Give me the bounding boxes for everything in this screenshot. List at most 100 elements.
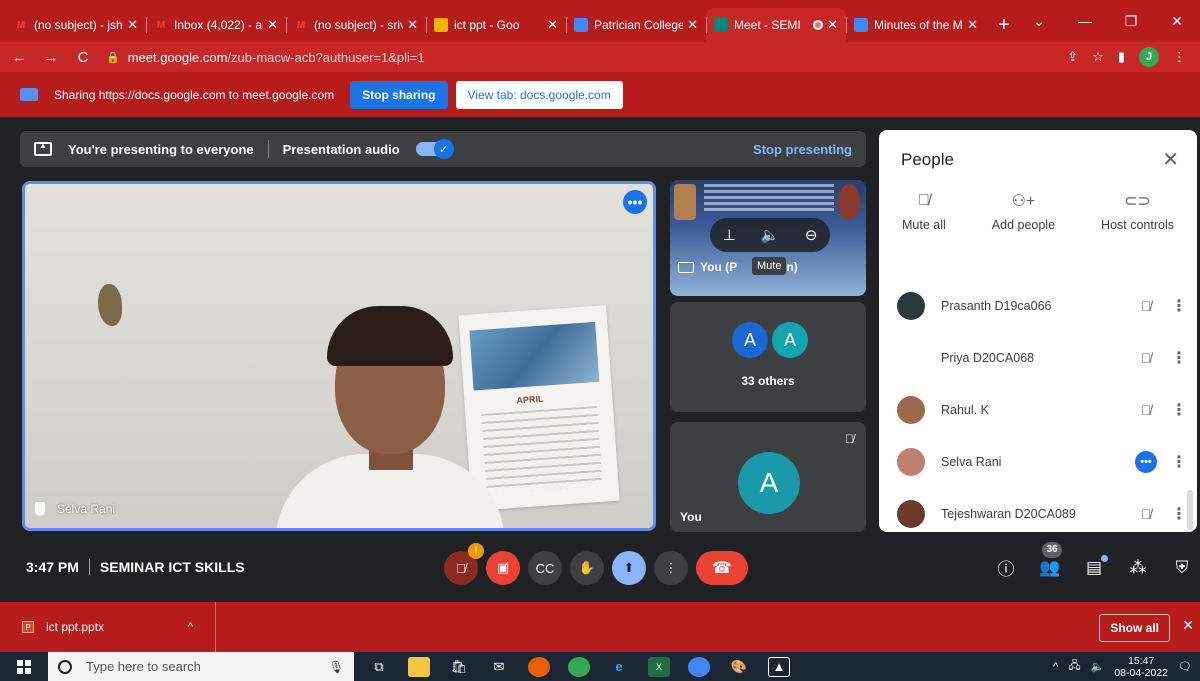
mail-icon[interactable]: ✉ xyxy=(488,657,510,677)
chevron-up-icon[interactable]: ^ xyxy=(188,621,193,633)
store-icon[interactable]: 🛍 xyxy=(448,657,470,677)
close-window-icon[interactable]: ✕ xyxy=(1154,13,1200,30)
close-tab-icon[interactable]: ✕ xyxy=(827,17,838,33)
volume-icon[interactable]: 🔈 xyxy=(1091,660,1105,673)
view-tab-button[interactable]: View tab: docs.google.com xyxy=(455,80,623,109)
participant-row[interactable]: Selva Rani ••• ⋮ xyxy=(879,436,1197,488)
camera-button[interactable]: ▣̸ xyxy=(486,551,520,585)
participant-row[interactable]: Tejeshwaran D20CA089 🎙̸ ⋮ xyxy=(879,488,1197,532)
stop-presenting-button[interactable]: Stop presenting xyxy=(753,142,852,157)
mic-off-icon[interactable]: 🎙̸ xyxy=(1131,506,1161,522)
captions-button[interactable]: CC xyxy=(528,551,562,585)
start-button[interactable] xyxy=(0,659,48,674)
edge-icon[interactable]: e xyxy=(608,657,630,677)
close-tab-icon[interactable]: ✕ xyxy=(267,17,278,33)
taskbar-search[interactable]: Type here to search 🎙 xyxy=(48,652,354,681)
network-icon[interactable]: 🖧 xyxy=(1068,657,1080,676)
presenting-banner: You're presenting to everyone Presentati… xyxy=(20,131,866,167)
task-view-icon[interactable]: ⧉ xyxy=(368,657,390,677)
browser-tab[interactable]: ict ppt - Goo ✕ xyxy=(426,8,566,42)
volume-icon[interactable]: 🔈 xyxy=(761,226,780,244)
chrome-icon[interactable] xyxy=(688,656,710,677)
cortana-icon xyxy=(58,659,72,674)
browser-tab[interactable]: Minutes of the M ✕ xyxy=(846,8,986,42)
main-speaker-video[interactable]: APRIL Selva Rani ••• xyxy=(22,181,656,531)
action-label: Mute all xyxy=(902,218,946,232)
clock[interactable]: 15:47 08-04-2022 xyxy=(1114,655,1168,679)
pin-icon[interactable]: ⊥ xyxy=(723,226,736,244)
self-tile[interactable]: 🎙̸ A You xyxy=(670,422,866,532)
close-icon[interactable]: ✕ xyxy=(1182,617,1194,634)
browser-tab-active[interactable]: Meet - SEMI ✕ xyxy=(706,8,846,42)
browser-menu-icon[interactable]: ⋮ xyxy=(1173,49,1186,65)
chevron-up-icon[interactable]: ^ xyxy=(1053,661,1058,673)
close-tab-icon[interactable]: ✕ xyxy=(547,17,558,33)
browser-tab[interactable]: Patrician College ✕ xyxy=(566,8,706,42)
chat-button[interactable]: ▤ xyxy=(1082,554,1108,578)
profile-avatar[interactable]: J xyxy=(1139,47,1159,67)
photos-icon[interactable]: ▲ xyxy=(768,656,790,677)
add-people-button[interactable]: ⚇+ Add people xyxy=(992,190,1055,232)
host-controls-button[interactable]: ⛨ xyxy=(1170,558,1194,578)
speaker-hair xyxy=(327,306,453,366)
shield-icon: ⛨ xyxy=(1175,557,1189,577)
host-controls-button[interactable]: ⊂⊃ Host controls xyxy=(1101,190,1174,232)
presentation-audio-toggle[interactable]: ✓ xyxy=(415,139,454,159)
bookmark-star-icon[interactable]: ☆ xyxy=(1092,49,1104,65)
reload-icon[interactable]: C xyxy=(70,49,96,66)
mic-off-icon[interactable]: 🎙̸ xyxy=(1131,298,1161,314)
download-item[interactable]: P ict ppt.pptx ^ xyxy=(0,602,216,652)
file-explorer-icon[interactable] xyxy=(408,656,430,677)
scrollbar[interactable] xyxy=(1187,490,1193,530)
back-icon[interactable]: ← xyxy=(6,49,32,66)
minimize-icon[interactable]: — xyxy=(1062,13,1108,29)
stop-sharing-button[interactable]: Stop sharing xyxy=(350,80,448,109)
more-options-icon[interactable]: ••• xyxy=(623,190,647,214)
close-tab-icon[interactable]: ✕ xyxy=(127,17,138,33)
show-all-button[interactable]: Show all xyxy=(1099,614,1170,642)
participant-row[interactable]: Rahul. K 🎙̸ ⋮ xyxy=(879,384,1197,436)
restore-icon[interactable]: ❐ xyxy=(1108,13,1154,30)
raise-hand-button[interactable]: ✋ xyxy=(570,551,604,585)
remove-icon[interactable]: ⊖ xyxy=(805,226,818,244)
notifications-icon[interactable]: 🗨 xyxy=(1178,660,1192,673)
participant-row[interactable]: Prasanth D19ca066 🎙̸ ⋮ xyxy=(879,280,1197,332)
participant-row[interactable]: Priya D20CA068 🎙̸ ⋮ xyxy=(879,332,1197,384)
browser-tab[interactable]: M (no subject) - sriv ✕ xyxy=(286,8,426,42)
side-panel-icon[interactable]: ▮ xyxy=(1118,49,1125,65)
forward-icon[interactable]: → xyxy=(38,49,64,66)
present-button[interactable]: ⬆ xyxy=(612,551,646,585)
lock-icon[interactable]: 🔒 xyxy=(106,51,120,64)
tab-title: Inbox (4,022) - ar xyxy=(174,18,264,32)
url-field[interactable]: 🔒 meet.google.com/zub-macw-acb?authuser=… xyxy=(106,50,1067,65)
close-tab-icon[interactable]: ✕ xyxy=(407,17,418,33)
browser-tab[interactable]: M (no subject) - jsh ✕ xyxy=(6,8,146,42)
more-options-button[interactable]: ⋮ xyxy=(654,551,688,585)
sharing-text: Sharing https://docs.google.com to meet.… xyxy=(54,87,335,102)
tab-search-icon[interactable]: ⌄ xyxy=(1016,13,1062,30)
share-icon[interactable]: ⇪ xyxy=(1067,49,1078,65)
mic-off-icon[interactable]: 🎙̸ xyxy=(1131,350,1161,366)
activities-button[interactable]: ⁂ xyxy=(1126,558,1150,578)
more-vert-icon[interactable]: ⋮ xyxy=(1161,348,1197,368)
browser-tab[interactable]: M Inbox (4,022) - ar ✕ xyxy=(146,8,286,42)
close-icon[interactable]: ✕ xyxy=(1162,147,1179,172)
close-tab-icon[interactable]: ✕ xyxy=(687,17,698,33)
presentation-tile[interactable]: ⊥ 🔈 ⊖ You (P ation) Mute xyxy=(670,180,866,296)
more-vert-icon[interactable]: ⋮ xyxy=(1161,296,1197,316)
people-button[interactable]: 36 👥 xyxy=(1038,541,1062,578)
firefox-icon[interactable] xyxy=(528,656,550,677)
excel-icon[interactable]: X xyxy=(648,656,670,677)
meeting-details-button[interactable]: ⓘ xyxy=(994,555,1018,580)
close-tab-icon[interactable]: ✕ xyxy=(967,17,978,33)
chrome-icon[interactable] xyxy=(568,656,590,677)
mic-off-icon[interactable]: 🎙̸ xyxy=(1131,402,1161,418)
mic-icon[interactable]: 🎙 xyxy=(329,660,344,674)
others-tile[interactable]: A A 33 others xyxy=(670,302,866,412)
paint-icon[interactable]: 🎨 xyxy=(728,657,750,677)
leave-call-button[interactable]: ☎ xyxy=(696,551,748,585)
microphone-button[interactable]: 🎙̸ ! xyxy=(444,543,484,585)
more-vert-icon[interactable]: ⋮ xyxy=(1161,400,1197,420)
mute-all-button[interactable]: 🎙̸ Mute all xyxy=(902,190,946,232)
more-vert-icon[interactable]: ⋮ xyxy=(1161,452,1197,472)
